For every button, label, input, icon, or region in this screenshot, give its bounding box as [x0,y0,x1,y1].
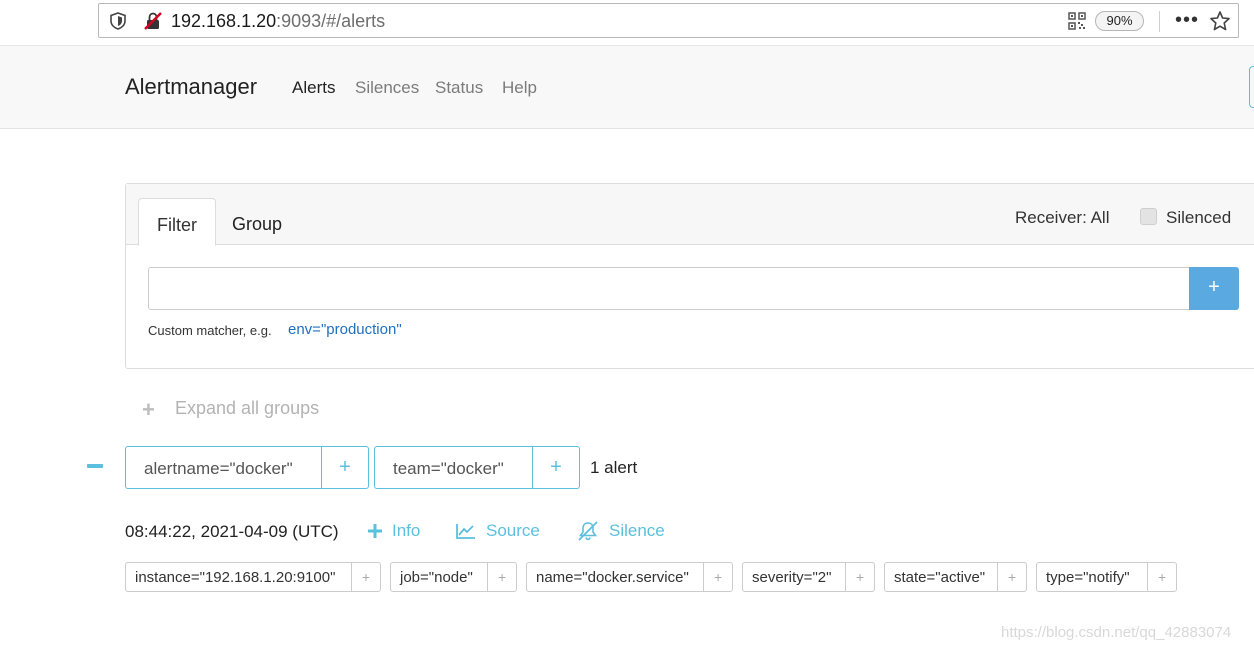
silenced-label[interactable]: Silenced [1166,208,1231,228]
nav-status[interactable]: Status [435,78,483,98]
tab-group[interactable]: Group [214,198,300,246]
nav-help[interactable]: Help [502,78,537,98]
alert-count: 1 alert [590,458,638,477]
alert-label-job: job="node" + [390,562,517,592]
alert-label-name: name="docker.service" + [526,562,733,592]
qr-code-icon[interactable] [1068,12,1086,30]
group-label-team: team="docker" + [374,446,580,489]
page-actions-menu-icon[interactable]: ••• [1175,9,1199,32]
matcher-hint: Custom matcher, e.g. [148,323,272,338]
expand-plus-icon[interactable]: + [142,397,155,423]
add-filter-button[interactable]: + [1189,267,1239,310]
matcher-example: env="production" [288,321,402,338]
address-bar[interactable]: 192.168.1.20:9093/#/alerts 90% ••• [98,3,1239,38]
info-button[interactable]: Info [368,521,420,541]
add-label-filter-button[interactable]: + [998,563,1026,591]
label-text[interactable]: instance="192.168.1.20:9100" [126,563,352,591]
group-label-text[interactable]: team="docker" [375,447,533,488]
navbar-right-button[interactable] [1249,66,1254,108]
zoom-level[interactable]: 90% [1095,11,1144,31]
url-path: :9093/#/alerts [276,11,386,31]
expand-all-groups-button[interactable]: Expand all groups [175,398,319,419]
chart-line-icon [456,524,475,539]
alert-label-state: state="active" + [884,562,1027,592]
add-label-filter-button[interactable]: + [488,563,516,591]
filter-panel: Filter Group Receiver: All Silenced + Cu… [125,183,1254,369]
group-label-alertname: alertname="docker" + [125,446,369,489]
plus-icon [368,524,382,538]
alert-label-type: type="notify" + [1036,562,1177,592]
add-label-filter-button[interactable]: + [704,563,732,591]
source-button[interactable]: Source [456,521,540,541]
source-label: Source [486,521,540,540]
label-text[interactable]: state="active" [885,563,999,591]
silence-button[interactable]: Silence [577,521,665,541]
filter-input[interactable] [148,267,1190,310]
add-label-filter-button[interactable]: + [1148,563,1176,591]
label-text[interactable]: type="notify" [1037,563,1149,591]
filter-panel-header: Filter Group Receiver: All Silenced [126,184,1254,246]
url-text[interactable]: 192.168.1.20:9093/#/alerts [171,11,385,32]
receiver-selector[interactable]: Receiver: All [1015,208,1109,228]
brand-logo-text[interactable]: Alertmanager [125,74,257,100]
silence-label: Silence [609,521,665,540]
collapse-group-icon[interactable] [87,464,103,468]
nav-alerts[interactable]: Alerts [292,78,335,98]
add-label-filter-button[interactable]: + [846,563,874,591]
tab-filter[interactable]: Filter [138,198,216,246]
info-label: Info [392,521,421,540]
shield-icon[interactable] [109,12,127,30]
label-text[interactable]: job="node" [391,563,489,591]
bookmark-star-icon[interactable] [1209,10,1231,32]
label-text[interactable]: severity="2" [743,563,847,591]
group-label-text[interactable]: alertname="docker" [126,447,322,488]
alert-start-time: 08:44:22, 2021-04-09 (UTC) [125,522,339,541]
browser-toolbar: 192.168.1.20:9093/#/alerts 90% ••• [0,0,1254,46]
add-group-label-button[interactable]: + [322,447,368,488]
url-host: 192.168.1.20 [171,11,277,31]
label-text[interactable]: name="docker.service" [527,563,705,591]
alert-label-instance: instance="192.168.1.20:9100" + [125,562,381,592]
watermark: https://blog.csdn.net/qq_42883074 [1001,624,1232,641]
add-group-label-button[interactable]: + [533,447,579,488]
insecure-lock-icon[interactable] [143,11,163,31]
toolbar-divider [1159,11,1160,32]
silenced-checkbox[interactable] [1140,208,1157,225]
bell-slash-icon [578,521,598,541]
nav-silences[interactable]: Silences [355,78,419,98]
add-label-filter-button[interactable]: + [352,563,380,591]
alert-label-severity: severity="2" + [742,562,875,592]
app-navbar: Alertmanager Alerts Silences Status Help [0,46,1254,129]
